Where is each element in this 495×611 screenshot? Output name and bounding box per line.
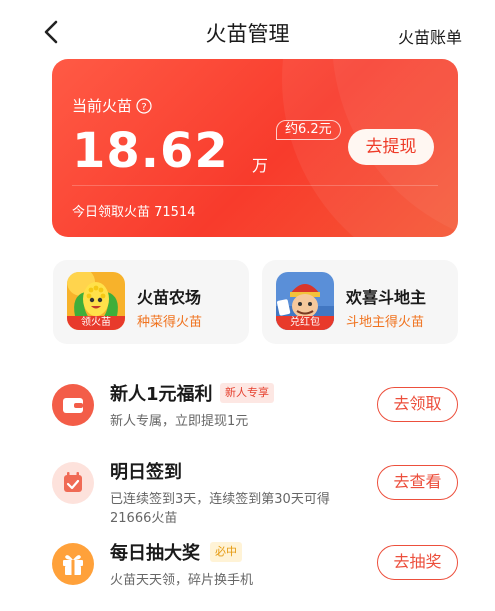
task-desc: 火苗天天领，碎片换手机 [110,573,254,588]
help-icon[interactable]: ? [136,97,152,114]
claim-button[interactable]: 去领取 [377,387,458,422]
today-received: 今日领取火苗 71514 [72,205,196,220]
view-button[interactable]: 去查看 [377,465,458,500]
task-title: 新人1元福利 [110,384,213,405]
task-desc: 已连续签到3天，连续签到第30天可得21666火苗 [110,492,330,526]
approx-value-badge: 约6.2元 [276,120,341,140]
wallet-icon [52,384,94,426]
task-desc: 新人专属，立即提现1元 [110,414,249,429]
game-card-farm[interactable]: 领火苗 火苗农场 种菜得火苗 [53,260,249,344]
balance-unit: 万 [252,156,269,175]
task-title: 每日抽大奖 [110,543,200,564]
calendar-check-icon [52,462,94,504]
game-badge: 领火苗 [67,316,125,330]
card-divider [72,185,438,186]
game-subtitle: 斗地主得火苗 [346,315,425,330]
svg-text:?: ? [141,102,146,113]
game-card-landlord[interactable]: 兑红包 欢喜斗地主 斗地主得火苗 [262,260,458,344]
balance-card: 当前火苗 ? 18.62 万 约6.2元 去提现 今日领取火苗 71514 [52,59,458,237]
task-tag: 新人专享 [220,383,274,403]
game-badge: 兑红包 [276,316,334,330]
nav-bar: 火苗管理 火苗账单 [0,0,495,64]
withdraw-button[interactable]: 去提现 [348,129,434,165]
balance-label-row: 当前火苗 ? [72,95,152,116]
gift-icon [52,543,94,585]
game-name: 欢喜斗地主 [346,288,427,307]
game-subtitle: 种菜得火苗 [137,315,203,330]
landlord-mascot-icon: 兑红包 [276,272,334,330]
task-title: 明日签到 [110,462,182,483]
game-name: 火苗农场 [137,288,202,307]
balance-amount: 18.62 [72,123,229,179]
bill-link[interactable]: 火苗账单 [398,24,462,48]
task-tag: 必中 [210,542,242,562]
corn-mascot-icon: 领火苗 [67,272,125,330]
balance-label: 当前火苗 [72,97,133,115]
lottery-button[interactable]: 去抽奖 [377,545,458,580]
